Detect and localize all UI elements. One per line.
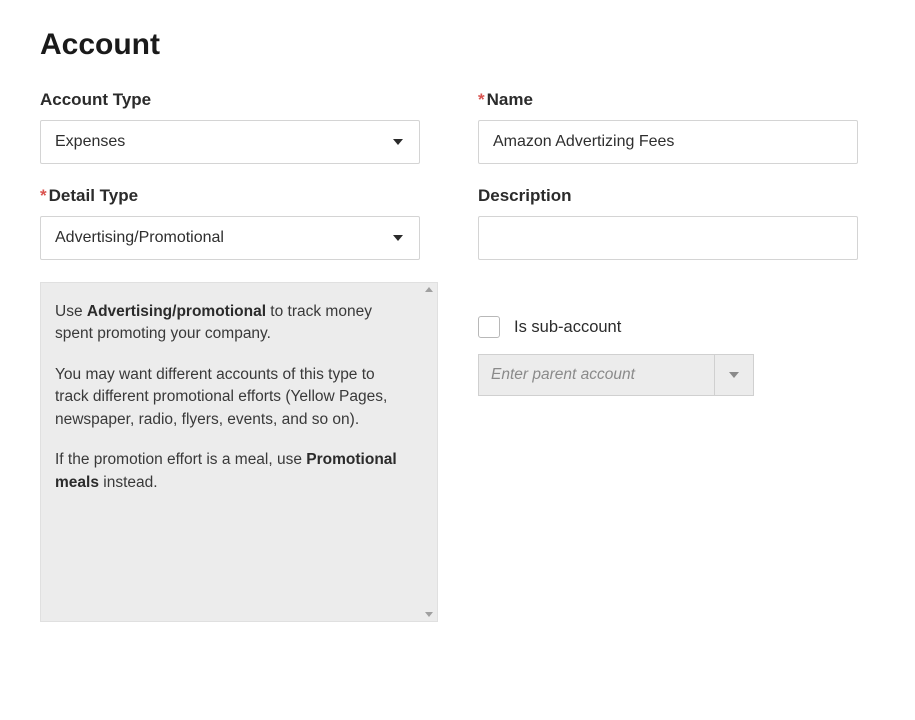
sub-account-label: Is sub-account	[514, 318, 621, 337]
sub-account-row: Is sub-account	[478, 316, 858, 338]
parent-account-select[interactable]: Enter parent account	[478, 354, 754, 396]
parent-account-placeholder: Enter parent account	[478, 354, 714, 396]
account-type-field: Account Type Expenses	[40, 90, 420, 164]
help-paragraph: If the promotion effort is a meal, use P…	[55, 449, 411, 494]
description-label: Description	[478, 186, 858, 206]
detail-type-column: *Detail Type Advertising/Promotional Use…	[40, 164, 420, 622]
sub-account-checkbox[interactable]	[478, 316, 500, 338]
page-title: Account	[40, 28, 875, 62]
help-paragraph: You may want different accounts of this …	[55, 364, 411, 431]
name-input-wrap	[478, 120, 858, 164]
name-input[interactable]	[493, 121, 843, 163]
detail-type-select[interactable]: Advertising/Promotional	[40, 216, 420, 260]
account-type-label: Account Type	[40, 90, 420, 110]
chevron-down-icon	[393, 139, 403, 145]
scroll-up-icon	[425, 287, 433, 292]
required-star-icon: *	[478, 90, 485, 109]
chevron-down-icon	[393, 235, 403, 241]
description-column: Description Is sub-account Enter parent …	[478, 164, 858, 396]
required-star-icon: *	[40, 186, 47, 205]
account-type-select[interactable]: Expenses	[40, 120, 420, 164]
description-field: Description	[478, 186, 858, 260]
chevron-down-icon	[729, 372, 739, 378]
detail-type-label: *Detail Type	[40, 186, 420, 206]
detail-type-field: *Detail Type Advertising/Promotional	[40, 186, 420, 260]
parent-account-dropdown-button[interactable]	[714, 354, 754, 396]
detail-type-help-panel[interactable]: Use Advertising/promotional to track mon…	[40, 282, 438, 622]
name-label: *Name	[478, 90, 858, 110]
name-field: *Name	[478, 90, 858, 164]
detail-type-value: Advertising/Promotional	[55, 229, 224, 247]
account-type-value: Expenses	[55, 133, 125, 151]
description-input-wrap	[478, 216, 858, 260]
description-input[interactable]	[493, 217, 843, 259]
help-paragraph: Use Advertising/promotional to track mon…	[55, 301, 411, 346]
scroll-down-icon	[425, 612, 433, 617]
account-form: Account Type Expenses *Name *Detail Type…	[40, 90, 875, 622]
